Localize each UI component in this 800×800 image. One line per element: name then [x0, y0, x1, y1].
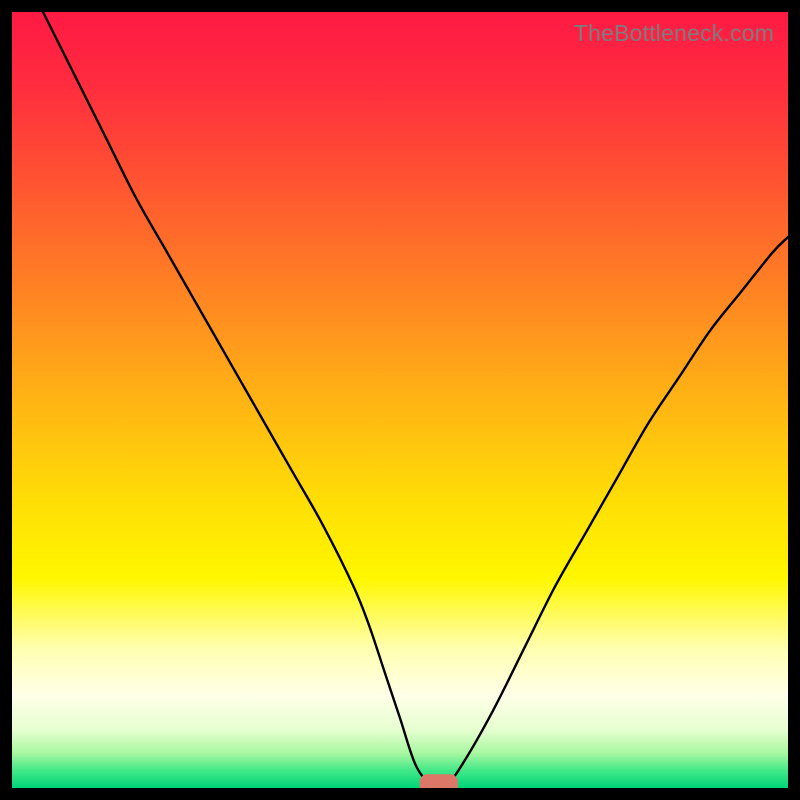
chart-frame: TheBottleneck.com — [12, 12, 788, 788]
bottleneck-chart — [12, 12, 788, 788]
optimal-point-marker — [420, 775, 457, 788]
gradient-background — [12, 12, 788, 788]
watermark-text: TheBottleneck.com — [574, 20, 774, 47]
